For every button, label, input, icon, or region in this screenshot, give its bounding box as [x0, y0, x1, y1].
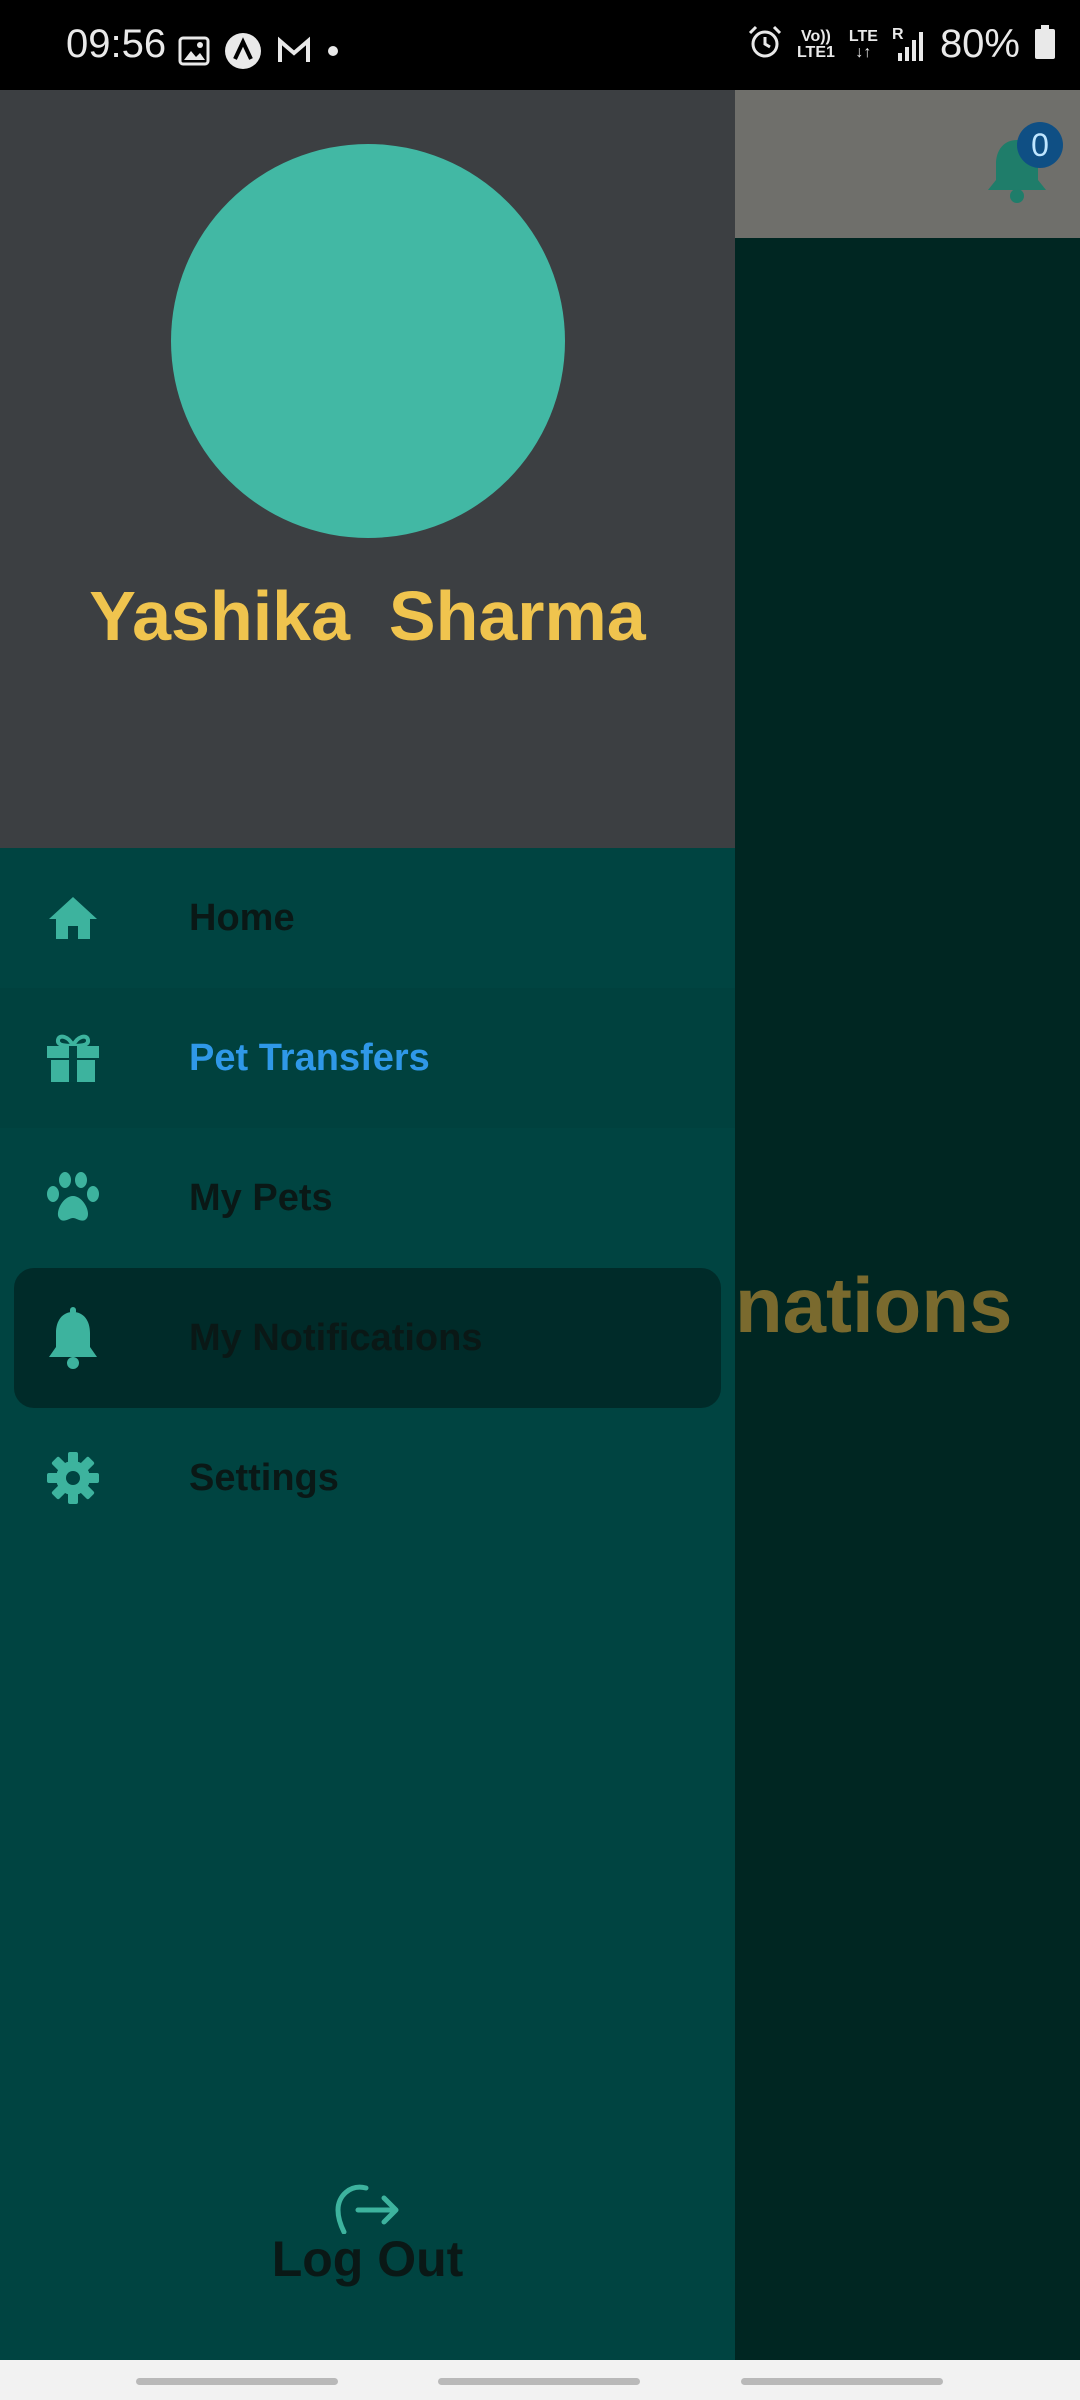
status-time: 09:56 — [66, 22, 167, 66]
image-icon — [178, 36, 210, 71]
gift-icon — [40, 1032, 106, 1084]
battery-icon — [1034, 24, 1056, 65]
volte-top-label: Vo)) — [800, 27, 831, 45]
drawer-menu: Home Pet Transfers My Pets My Notificati… — [0, 848, 735, 1548]
nav-back-button[interactable] — [741, 2378, 943, 2385]
menu-item-settings[interactable]: Settings — [0, 1408, 735, 1548]
home-icon — [40, 892, 106, 944]
status-right-icons: Vo)) LTE1 LTE ↓↑ R 80% — [747, 22, 1056, 67]
mail-m-icon — [276, 36, 312, 71]
menu-item-label: My Notifications — [189, 1316, 483, 1359]
volte-icon: Vo)) LTE1 — [796, 27, 835, 61]
logout-icon — [334, 2184, 398, 2234]
menu-item-label: Settings — [189, 1456, 339, 1499]
menu-item-label: Home — [189, 896, 295, 939]
drawer-header: Yashika Sharma — [0, 90, 735, 848]
user-name: Yashika Sharma — [89, 577, 646, 655]
page-heading-partial: nations — [735, 1261, 1013, 1349]
paw-icon — [40, 1172, 106, 1224]
nav-recent-apps-button[interactable] — [136, 2378, 338, 2385]
battery-percentage: 80% — [939, 22, 1020, 66]
menu-item-label: My Pets — [189, 1176, 333, 1219]
menu-item-my-pets[interactable]: My Pets — [0, 1128, 735, 1268]
notification-count-badge: 0 — [1017, 122, 1063, 168]
status-bar: 09:56 Vo)) LTE1 LTE ↓↑ R 80% — [0, 0, 1080, 90]
logout-label: Log Out — [271, 2231, 464, 2287]
nav-home-button[interactable] — [438, 2378, 640, 2385]
system-navigation-bar — [0, 2360, 1080, 2400]
lte-label: LTE — [848, 27, 878, 45]
menu-item-my-notifications[interactable]: My Notifications — [14, 1268, 721, 1408]
status-left-icons — [178, 32, 340, 75]
menu-item-label: Pet Transfers — [189, 1036, 430, 1079]
logout-button[interactable]: Log Out — [0, 2180, 735, 2288]
navigation-drawer: Yashika Sharma Home Pet Transfers My Pet… — [0, 90, 735, 2360]
lte-data-icon: LTE ↓↑ — [848, 27, 878, 61]
data-arrows-icon: ↓↑ — [855, 43, 872, 61]
gear-icon — [40, 1452, 106, 1504]
a-logo-icon — [224, 32, 262, 75]
menu-item-home[interactable]: Home — [0, 848, 735, 988]
alarm-icon — [747, 24, 783, 65]
volte-bottom-label: LTE1 — [796, 43, 835, 61]
dot-icon — [326, 44, 340, 63]
bell-icon — [40, 1307, 106, 1369]
signal-icon: R — [892, 26, 926, 63]
menu-item-pet-transfers[interactable]: Pet Transfers — [0, 988, 735, 1128]
avatar[interactable] — [171, 144, 565, 538]
